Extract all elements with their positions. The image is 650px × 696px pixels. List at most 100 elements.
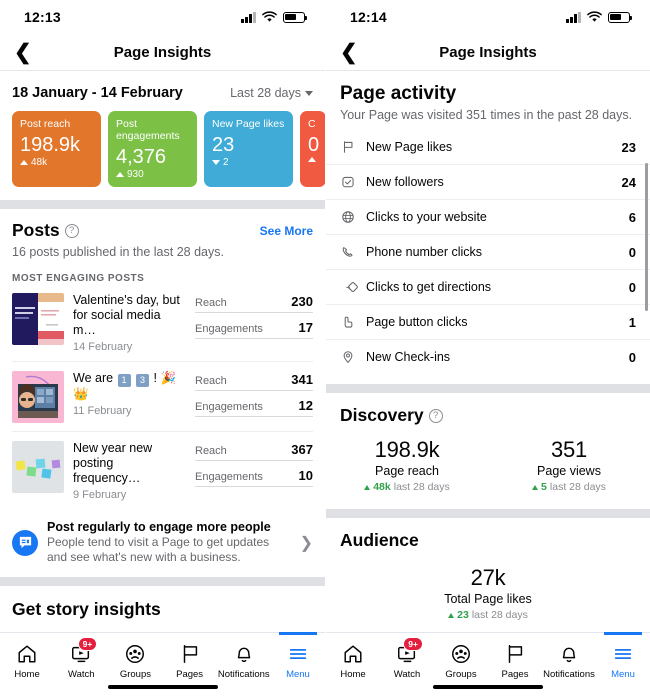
section-divider [326, 384, 650, 393]
location-pin-icon [340, 350, 356, 364]
post-reach-stat: Reach 341 [195, 371, 313, 391]
tab-home-label: Home [340, 669, 366, 680]
tab-pages[interactable]: Pages [488, 633, 542, 680]
tab-watch[interactable]: 9+ Watch [54, 633, 108, 680]
tab-menu[interactable]: Menu [596, 632, 650, 680]
metric-card-delta: 930 [116, 169, 189, 180]
tab-notifications[interactable]: Notifications [542, 633, 596, 680]
tab-groups[interactable]: Groups [108, 633, 162, 680]
kpi-delta-period: last 28 days [549, 481, 606, 493]
page-title: Page Insights [439, 43, 537, 61]
post-engagements-key: Engagements [195, 471, 263, 483]
activity-row[interactable]: Page button clicks 1 [326, 305, 650, 340]
kpi-label: Page views [537, 464, 601, 478]
kpi-label: Total Page likes [444, 592, 532, 606]
tip-banner[interactable]: Post regularly to engage more people Peo… [0, 509, 325, 577]
metric-card-delta-value: 48k [31, 157, 48, 168]
date-range-row: 18 January - 14 February Last 28 days [0, 71, 325, 111]
see-more-link[interactable]: See More [260, 224, 313, 238]
kpi-delta-value: 23 [457, 609, 469, 621]
kpi-delta-value: 5 [541, 481, 547, 493]
post-engagements-value: 12 [298, 398, 313, 413]
cellular-bars-icon [566, 11, 581, 23]
status-bar: 12:14 [326, 0, 650, 34]
post-reach-stat: Reach 367 [195, 441, 313, 461]
status-icons [241, 10, 308, 23]
question-mark-icon[interactable]: ? [64, 223, 79, 238]
activity-row[interactable]: New Page likes 23 [326, 130, 650, 165]
metric-card-delta: 2 [212, 157, 285, 168]
post-stats: Reach 230 Engagements 17 [195, 293, 313, 353]
nav-header: ❮ Page Insights [326, 34, 650, 70]
pages-flag-icon [183, 645, 197, 663]
post-reach-key: Reach [195, 445, 227, 457]
tab-home[interactable]: Home [0, 633, 54, 680]
home-icon [344, 645, 362, 663]
activity-value: 0 [628, 244, 636, 260]
post-engagements-stat: Engagements 10 [195, 467, 313, 487]
metric-card[interactable]: New Page likes 23 2 [204, 111, 293, 187]
tab-pages-label: Pages [501, 669, 529, 680]
metric-card-label: New Page likes [212, 118, 285, 130]
post-row[interactable]: Valentine's day, but for social media m…… [12, 284, 313, 362]
post-row[interactable]: New year new posting frequency… 9 Februa… [12, 432, 313, 509]
posts-title: Posts [12, 220, 60, 240]
cellular-bars-icon [241, 11, 256, 23]
tab-menu[interactable]: Menu [271, 632, 325, 680]
directions-icon [340, 280, 358, 294]
activity-label: New Check-ins [366, 350, 451, 364]
kpi-number: 27k [470, 565, 506, 590]
most-engaging-posts-label: MOST ENGAGING POSTS [12, 273, 145, 284]
metric-card-partial[interactable]: C 0 [300, 111, 325, 187]
activity-row[interactable]: Clicks to your website 6 [326, 200, 650, 235]
activity-row[interactable]: New Check-ins 0 [326, 340, 650, 374]
metric-cards: Post reach 198.9k 48k Post engagements 4… [0, 111, 325, 187]
confetti-emoji: 🎉 [160, 371, 177, 385]
activity-row[interactable]: Clicks to get directions 0 [326, 270, 650, 305]
post-row[interactable]: We are 1 3 ! 🎉 👑 11 February Reach 341 E… [12, 362, 313, 432]
post-reach-value: 341 [291, 372, 313, 387]
tab-watch[interactable]: 9+ Watch [380, 633, 434, 680]
tip-subtitle: People tend to visit a Page to get updat… [47, 535, 270, 564]
left-scroll-body[interactable]: 18 January - 14 February Last 28 days Po… [0, 71, 325, 632]
activity-row[interactable]: New followers 24 [326, 165, 650, 200]
post-info: Valentine's day, but for social media m…… [73, 293, 186, 353]
kpi-page-reach: 198.9k Page reach 48k last 28 days [326, 437, 488, 493]
pages-flag-icon [508, 645, 523, 663]
question-mark-icon[interactable]: ? [428, 408, 443, 423]
date-range-picker[interactable]: Last 28 days [230, 86, 313, 100]
hamburger-menu-icon [614, 649, 632, 659]
tab-groups[interactable]: Groups [434, 633, 488, 680]
tab-groups-label: Groups [445, 669, 477, 680]
back-button[interactable]: ❮ [14, 42, 36, 63]
triangle-up-icon [448, 612, 455, 618]
wifi-icon [587, 10, 602, 22]
tab-home[interactable]: Home [326, 633, 380, 680]
discovery-header: Discovery ? [326, 393, 650, 426]
page-title: Page Insights [113, 43, 212, 61]
watch-badge: 9+ [403, 637, 423, 651]
activity-row[interactable]: Phone number clicks 0 [326, 235, 650, 270]
activity-label: Phone number clicks [366, 245, 483, 259]
post-title: Valentine's day, but for social media m… [73, 293, 180, 337]
tab-notifications-label: Notifications [217, 669, 270, 680]
post-stats: Reach 341 Engagements 12 [195, 371, 313, 423]
metric-card[interactable]: Post engagements 4,376 930 [108, 111, 197, 187]
post-reach-value: 367 [291, 442, 313, 457]
triangle-up-icon [532, 484, 539, 490]
metric-card[interactable]: Post reach 198.9k 48k [12, 111, 101, 187]
page-activity-header: Page activity Your Page was visited 351 … [326, 71, 650, 122]
story-insights-title: Get story insights [12, 599, 161, 619]
tab-notifications[interactable]: Notifications [217, 633, 271, 680]
post-engagements-value: 10 [298, 468, 313, 483]
date-range-label: 18 January - 14 February [12, 85, 183, 101]
metric-card-value: 0 [308, 134, 320, 156]
back-button[interactable]: ❮ [340, 42, 362, 63]
tab-pages[interactable]: Pages [163, 633, 217, 680]
status-clock: 12:13 [24, 9, 61, 25]
right-scroll-body[interactable]: Page activity Your Page was visited 351 … [326, 71, 650, 632]
bell-icon [562, 647, 576, 663]
vertical-scrollbar[interactable] [645, 163, 648, 311]
page-activity-title: Page activity [340, 83, 457, 104]
chevron-down-icon [305, 90, 313, 96]
